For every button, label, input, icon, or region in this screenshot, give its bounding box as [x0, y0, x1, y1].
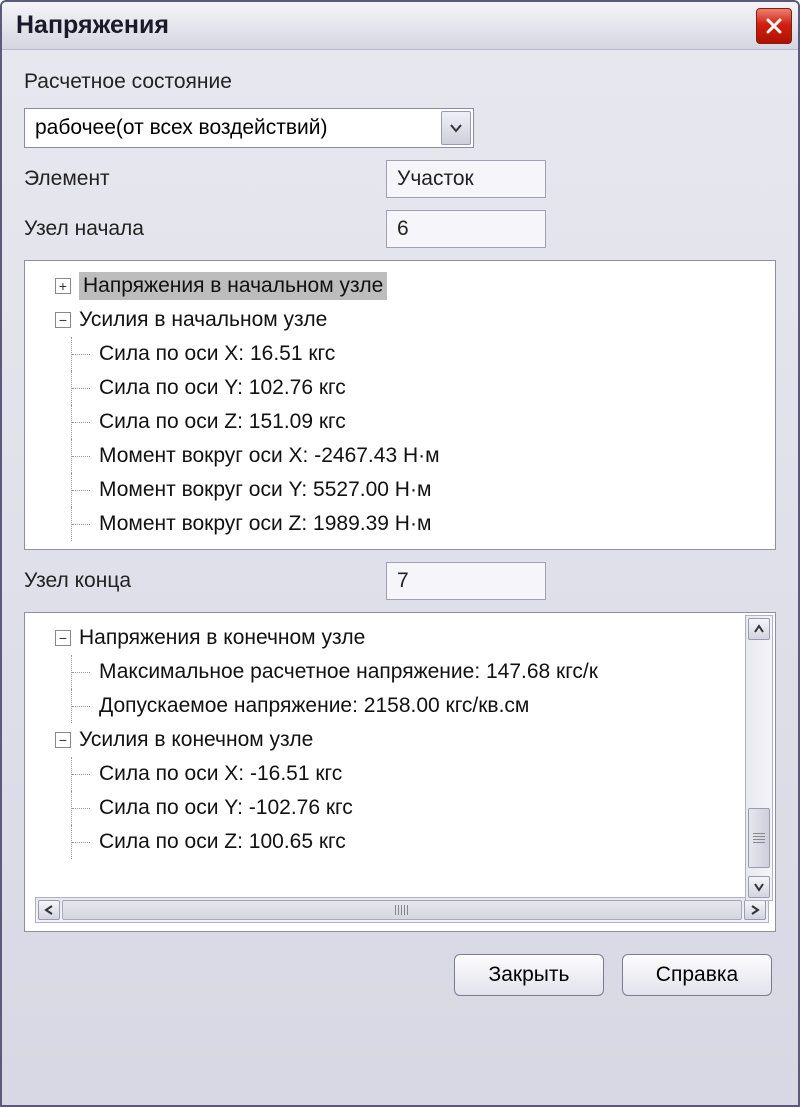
calc-state-combo[interactable]: рабочее(от всех воздействий): [24, 108, 474, 148]
tree-leaf[interactable]: Момент вокруг оси Y: 5527.00 Н·м: [99, 478, 431, 502]
start-node-label: Узел начала: [24, 217, 374, 241]
horizontal-scrollbar[interactable]: [35, 897, 769, 923]
window-title: Напряжения: [16, 11, 169, 40]
start-node-field[interactable]: 6: [386, 210, 546, 248]
tree-leaf[interactable]: Сила по оси Y: 102.76 кгс: [99, 376, 346, 400]
scroll-left-icon[interactable]: [38, 900, 60, 920]
tree-node-forces-start[interactable]: Усилия в начальном узле: [79, 308, 327, 332]
plus-icon[interactable]: +: [55, 278, 71, 294]
titlebar: Напряжения: [2, 2, 798, 50]
close-button[interactable]: Закрыть: [454, 954, 604, 996]
tree-leaf[interactable]: Момент вокруг оси Z: 1989.39 Н·м: [99, 512, 431, 536]
tree-node-stress-start[interactable]: Напряжения в начальном узле: [79, 272, 387, 300]
close-button-label: Закрыть: [489, 963, 570, 987]
vertical-scrollbar[interactable]: [745, 615, 773, 901]
dialog-content: Расчетное состояние рабочее(от всех возд…: [2, 50, 798, 1105]
calc-state-label: Расчетное состояние: [24, 70, 776, 94]
element-value: Участок: [397, 167, 474, 191]
start-node-tree[interactable]: + Напряжения в начальном узле − Усилия в…: [24, 260, 776, 550]
scroll-down-icon[interactable]: [748, 876, 770, 898]
tree-leaf[interactable]: Допускаемое напряжение: 2158.00 кгс/кв.с…: [99, 694, 529, 718]
minus-icon[interactable]: −: [55, 630, 71, 646]
button-row: Закрыть Справка: [24, 954, 776, 996]
end-node-value: 7: [397, 569, 409, 593]
help-button[interactable]: Справка: [622, 954, 772, 996]
scroll-up-icon[interactable]: [748, 618, 770, 640]
close-icon[interactable]: [756, 8, 792, 44]
tree-leaf[interactable]: Момент вокруг оси X: -2467.43 Н·м: [99, 444, 440, 468]
chevron-down-icon[interactable]: [441, 111, 471, 145]
dialog-window: Напряжения Расчетное состояние рабочее(о…: [0, 0, 800, 1107]
tree-leaf[interactable]: Сила по оси Z: 100.65 кгс: [99, 830, 346, 854]
tree-leaf[interactable]: Максимальное расчетное напряжение: 147.6…: [99, 660, 598, 684]
element-field[interactable]: Участок: [386, 160, 546, 198]
minus-icon[interactable]: −: [55, 312, 71, 328]
help-button-label: Справка: [656, 963, 738, 987]
scroll-track[interactable]: [62, 900, 742, 920]
end-node-label: Узел конца: [24, 569, 374, 593]
tree-node-forces-end[interactable]: Усилия в конечном узле: [79, 728, 313, 752]
element-label: Элемент: [24, 167, 374, 191]
end-node-field[interactable]: 7: [386, 562, 546, 600]
start-node-value: 6: [397, 217, 409, 241]
tree-node-stress-end[interactable]: Напряжения в конечном узле: [79, 626, 365, 650]
calc-state-value: рабочее(от всех воздействий): [35, 116, 327, 140]
tree-leaf[interactable]: Сила по оси Y: -102.76 кгс: [99, 796, 353, 820]
tree-leaf[interactable]: Сила по оси X: 16.51 кгс: [99, 342, 335, 366]
scroll-right-icon[interactable]: [744, 900, 766, 920]
end-node-tree[interactable]: − Напряжения в конечном узле Максимально…: [24, 612, 776, 932]
tree-leaf[interactable]: Сила по оси X: -16.51 кгс: [99, 762, 342, 786]
tree-leaf[interactable]: Сила по оси Z: 151.09 кгс: [99, 410, 346, 434]
minus-icon[interactable]: −: [55, 732, 71, 748]
scroll-thumb[interactable]: [748, 808, 770, 868]
